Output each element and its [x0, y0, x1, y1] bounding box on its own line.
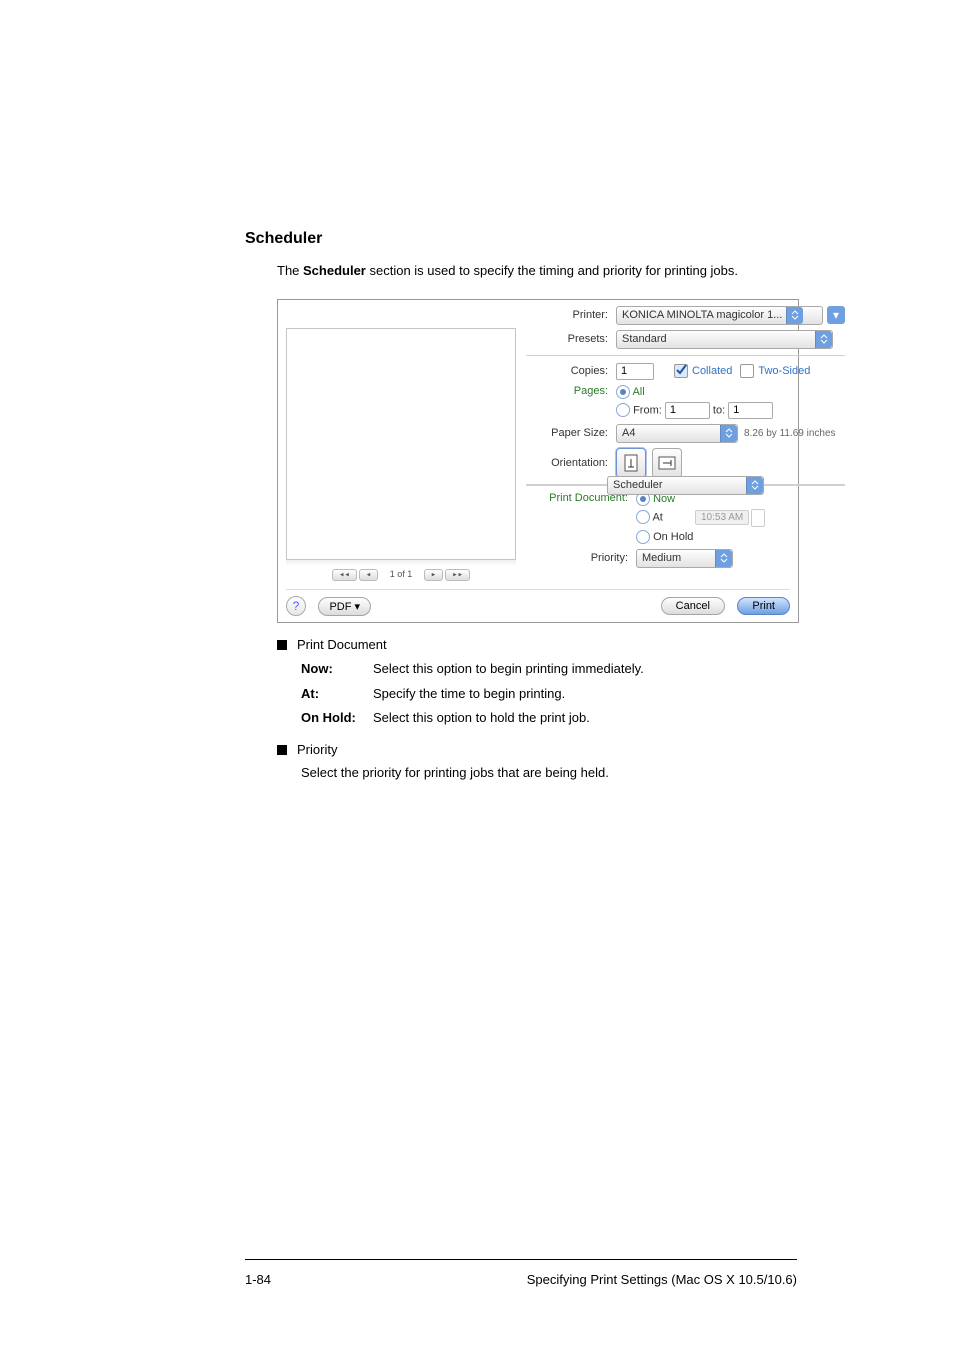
print-button[interactable]: Print: [737, 597, 790, 615]
papersize-dimensions: 8.26 by 11.69 inches: [744, 428, 836, 439]
footer-rule: [245, 1259, 797, 1260]
help-button[interactable]: ?: [286, 596, 306, 616]
onhold-term: On Hold:: [301, 710, 356, 725]
from-input[interactable]: [665, 402, 710, 419]
onhold-desc: Select this option to hold the print job…: [373, 708, 590, 728]
priority-desc: Select the priority for printing jobs th…: [301, 765, 609, 780]
nav-last[interactable]: ▸▸: [445, 569, 470, 581]
priority-select[interactable]: Medium: [636, 549, 733, 568]
printer-info-button[interactable]: ▾: [827, 306, 845, 324]
nav-page-count: 1 of 1: [390, 569, 413, 579]
bullet-icon: [277, 745, 287, 755]
footer-pagenum: 1-84: [245, 1272, 271, 1287]
section-select[interactable]: Scheduler: [607, 476, 764, 495]
presets-select[interactable]: Standard: [616, 330, 833, 349]
now-term: Now:: [301, 661, 333, 676]
pages-label: Pages:: [526, 385, 616, 397]
preview-pane: [286, 328, 516, 560]
printer-label: Printer:: [526, 309, 616, 321]
at-term: At:: [301, 686, 319, 701]
orientation-landscape[interactable]: [652, 448, 682, 478]
at-desc: Specify the time to begin printing.: [373, 684, 565, 704]
nav-next[interactable]: ▸: [424, 569, 443, 581]
printdoc-onhold-label: On Hold: [653, 531, 693, 543]
now-desc: Select this option to begin printing imm…: [373, 659, 644, 679]
papersize-label: Paper Size:: [526, 427, 616, 439]
papersize-select[interactable]: A4: [616, 424, 738, 443]
at-time-stepper[interactable]: 10:53 AM: [695, 509, 765, 527]
twosided-checkbox[interactable]: [740, 364, 754, 378]
pages-from-radio[interactable]: [616, 403, 630, 417]
orientation-portrait[interactable]: [616, 448, 646, 478]
priority-label: Priority:: [526, 552, 636, 564]
nav-prev[interactable]: ◂: [359, 569, 378, 581]
copies-input[interactable]: [616, 363, 654, 380]
pages-all-label: All: [632, 386, 644, 398]
cancel-button[interactable]: Cancel: [661, 597, 725, 615]
copies-label: Copies:: [526, 365, 616, 377]
orientation-label: Orientation:: [526, 457, 616, 469]
presets-label: Presets:: [526, 333, 616, 345]
pdf-button[interactable]: PDF ▾: [318, 597, 371, 616]
footer-title: Specifying Print Settings (Mac OS X 10.5…: [527, 1272, 797, 1287]
from-label: From:: [633, 404, 662, 416]
preview-nav: ◂◂◂ 1 of 1 ▸▸▸: [286, 569, 516, 581]
to-input[interactable]: [728, 402, 773, 419]
pages-all-radio[interactable]: [616, 385, 630, 399]
section-heading: Scheduler: [245, 230, 799, 248]
twosided-label: Two-Sided: [758, 365, 810, 377]
printdoc-onhold-radio[interactable]: [636, 530, 650, 544]
item-priority: Priority: [297, 742, 337, 757]
intro-text: The Scheduler section is used to specify…: [277, 262, 799, 281]
printdoc-at-label: At: [652, 511, 662, 523]
bullet-icon: [277, 640, 287, 650]
collated-label: Collated: [692, 365, 732, 377]
item-printdocument: Print Document: [297, 637, 387, 652]
print-dialog: ◂◂◂ 1 of 1 ▸▸▸ Printer: KONICA MINOLTA m…: [277, 299, 799, 623]
collated-checkbox[interactable]: [674, 364, 688, 378]
to-label: to:: [713, 404, 725, 416]
nav-first[interactable]: ◂◂: [332, 569, 357, 581]
printdoc-at-radio[interactable]: [636, 510, 650, 524]
printer-select[interactable]: KONICA MINOLTA magicolor 1...: [616, 306, 823, 325]
